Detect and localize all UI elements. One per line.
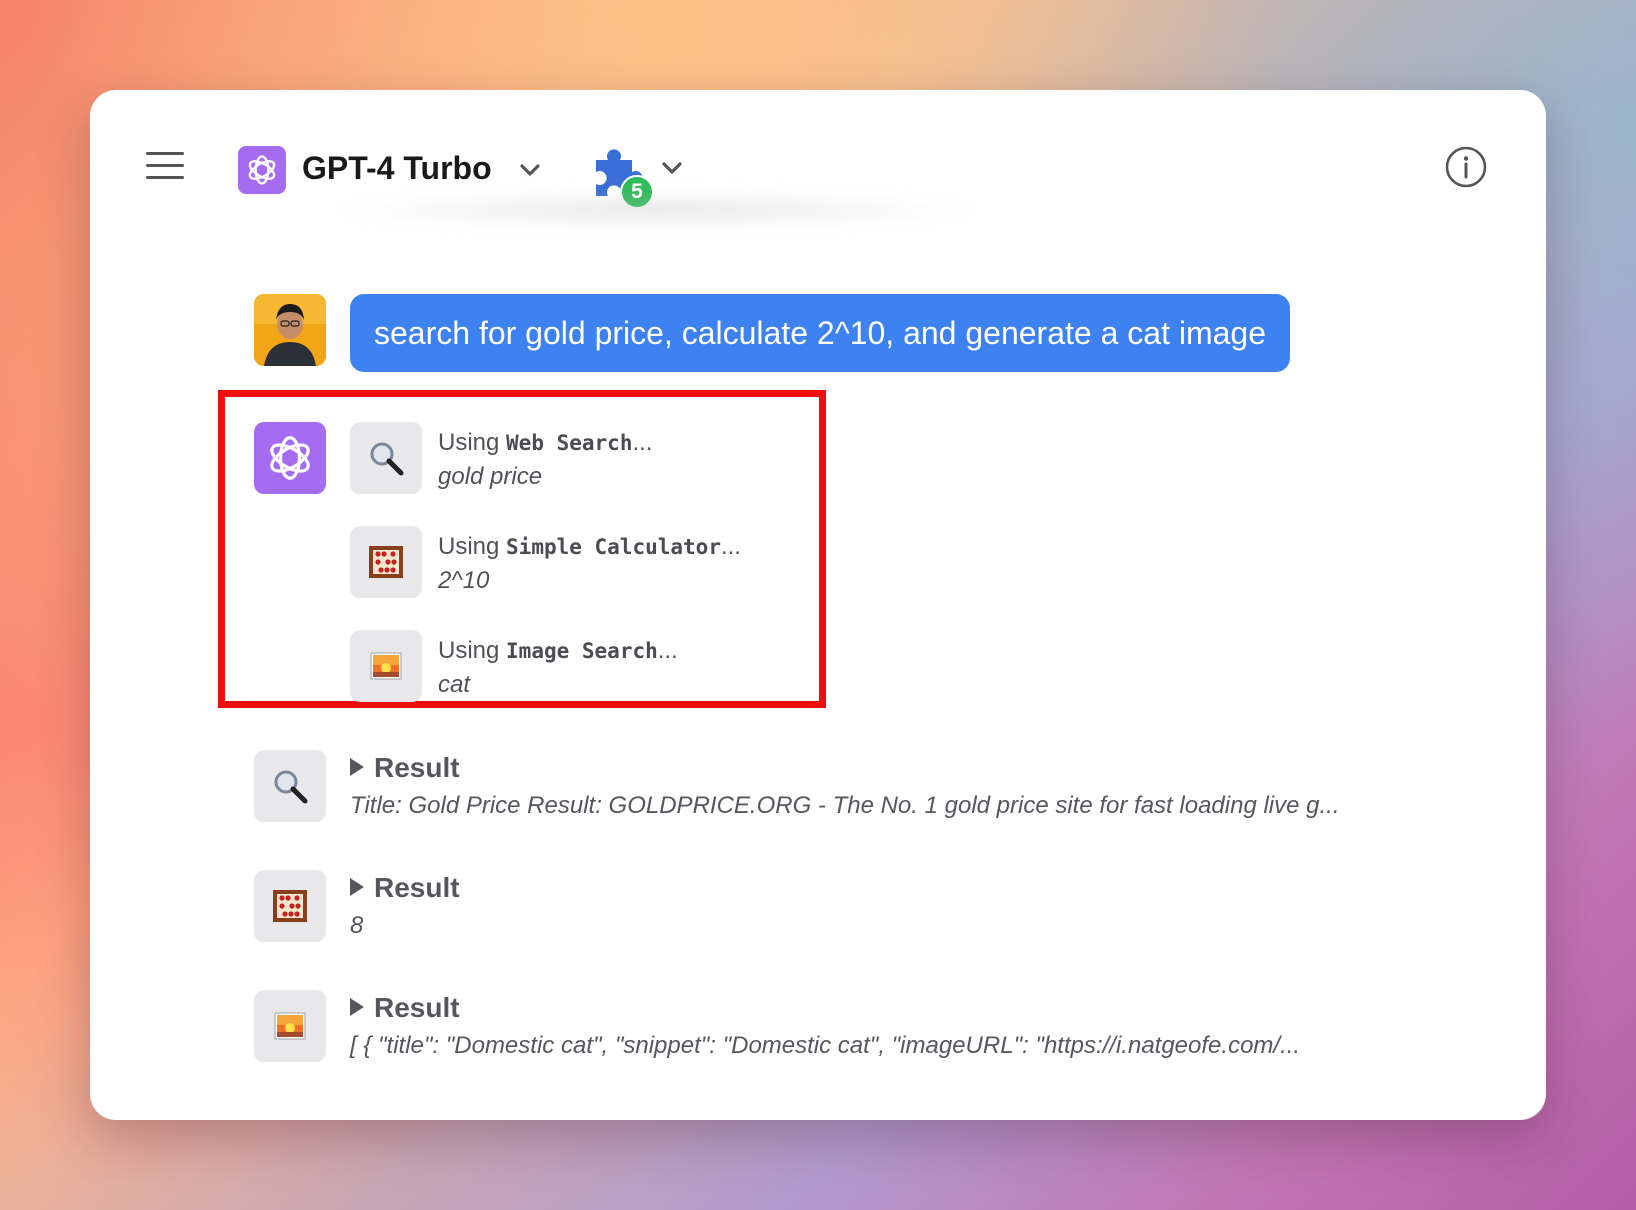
tool-call-calculator: Using Simple Calculator... 2^10 — [438, 530, 741, 598]
model-selector-label[interactable]: GPT-4 Turbo — [302, 150, 492, 187]
blurred-region — [330, 190, 980, 230]
user-avatar — [254, 294, 326, 366]
magnifying-glass-icon — [254, 750, 326, 822]
disclosure-triangle-icon — [350, 998, 364, 1016]
hamburger-menu-icon[interactable] — [146, 152, 184, 182]
chevron-down-icon[interactable] — [518, 158, 542, 182]
result-toggle[interactable]: Result — [350, 992, 460, 1024]
chat-window: GPT-4 Turbo 5 search for gold pr — [90, 90, 1546, 1120]
disclosure-triangle-icon — [350, 758, 364, 776]
chevron-down-icon[interactable] — [660, 156, 684, 180]
tool-query: 2^10 — [438, 567, 490, 594]
result-toggle[interactable]: Result — [350, 752, 460, 784]
top-bar: GPT-4 Turbo 5 — [90, 90, 1546, 260]
result-text: 8 — [350, 912, 364, 939]
abacus-icon — [254, 870, 326, 942]
sunrise-image-icon — [254, 990, 326, 1062]
tool-call-web-search: Using Web Search... gold price — [438, 426, 652, 494]
result-text: Title: Gold Price Result: GOLDPRICE.ORG … — [350, 792, 1340, 819]
sunrise-image-icon — [350, 630, 422, 702]
openai-logo-icon — [238, 146, 286, 194]
magnifying-glass-icon — [350, 422, 422, 494]
tool-query: cat — [438, 671, 471, 698]
result-text: [ { "title": "Domestic cat", "snippet": … — [350, 1032, 1301, 1059]
user-message-bubble: search for gold price, calculate 2^10, a… — [350, 294, 1290, 372]
abacus-icon — [350, 526, 422, 598]
result-toggle[interactable]: Result — [350, 872, 460, 904]
tool-query: gold price — [438, 463, 543, 490]
disclosure-triangle-icon — [350, 878, 364, 896]
info-icon[interactable] — [1445, 146, 1487, 188]
tool-call-image-search: Using Image Search... cat — [438, 634, 678, 702]
